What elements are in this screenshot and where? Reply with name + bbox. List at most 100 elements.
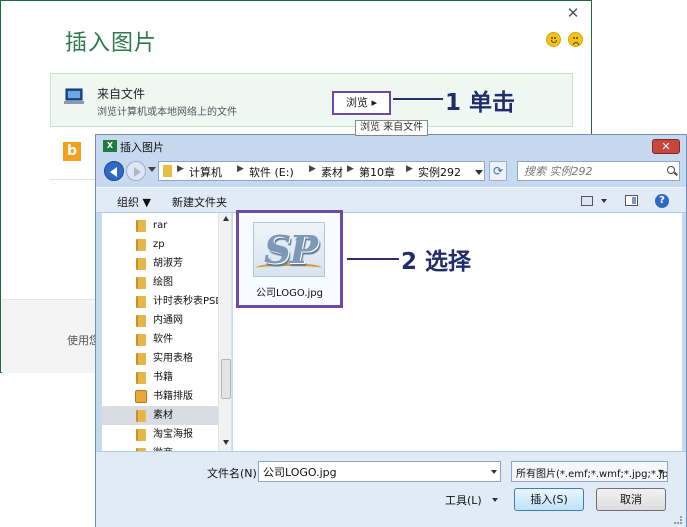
file-thumbnail: SP [253,222,325,277]
nav-item-label: 淘宝海报 [153,429,193,440]
excel-icon: X [103,140,117,152]
nav-item-label: 实用表格 [153,353,193,364]
nav-item[interactable]: 微商 [102,444,218,451]
search-input[interactable] [517,161,680,181]
chevron-right-icon[interactable]: ▶ [177,164,184,174]
nav-item[interactable]: 素材 [102,406,218,425]
filename-label: 文件名(N): [207,467,261,480]
cancel-button[interactable]: 取消 [596,488,666,511]
folder-icon [136,372,146,384]
folder-icon [136,429,146,441]
file-open-dialog: X 插入图片 ✕ ▶ 计算机 ▶ 软件 (E:) ▶ 素材 ▶ 第10章 ▶ 实… [95,134,687,527]
nav-item-label: 胡淑芳 [153,258,183,269]
folder-icon [136,334,146,346]
archive-icon [135,390,147,403]
bing-icon[interactable]: b [63,142,81,161]
nav-item-label: 软件 [153,334,173,345]
chevron-right-icon[interactable]: ▶ [347,164,354,174]
nav-item-label: 计时表秒表PSD [153,296,224,307]
folder-icon [136,220,146,232]
computer-icon [64,88,84,104]
filetype-dropdown-icon[interactable] [658,470,664,474]
nav-item[interactable]: rar [102,216,218,235]
nav-item-label: rar [153,220,168,231]
breadcrumb-item[interactable]: 实例292 [418,164,461,180]
nav-item[interactable]: 胡淑芳 [102,254,218,273]
breadcrumb-item[interactable]: 素材 [321,164,343,180]
nav-item[interactable]: 绘图 [102,273,218,292]
folder-icon [136,258,146,270]
nav-item[interactable]: 软件 [102,330,218,349]
nav-item[interactable]: 书籍 [102,368,218,387]
path-dropdown-icon[interactable] [475,170,483,175]
dialog-bottom-bar: 文件名(N): 所有图片(*.emf;*.wmf;*.jpg;*.jp 工具(L… [96,451,686,527]
scroll-thumb[interactable] [221,359,231,399]
logo-image: SP [264,227,318,272]
new-folder-button[interactable]: 新建文件夹 [172,194,227,210]
help-icon[interactable]: ? [655,194,669,208]
refresh-button[interactable]: ⟳ [489,161,507,181]
nav-item-label: 书籍 [153,372,173,383]
breadcrumb-item[interactable]: 第10章 [359,164,395,180]
history-dropdown-icon[interactable] [148,167,156,172]
nav-item-label: 素材 [153,410,173,421]
step1-connector [393,98,443,100]
nav-item[interactable]: 计时表秒表PSD [102,292,223,311]
organize-menu[interactable]: 组织 ▼ [117,194,151,210]
close-button[interactable]: ✕ [652,139,680,154]
nav-item[interactable]: 书籍排版 [102,387,218,406]
filetype-select[interactable]: 所有图片(*.emf;*.wmf;*.jpg;*.jp [511,461,668,482]
file-name: 公司LOGO.jpg [256,288,323,299]
file-list: SP 公司LOGO.jpg 2 选择 [233,210,682,451]
frown-icon[interactable] [568,32,583,47]
chevron-right-icon[interactable]: ▶ [406,164,413,174]
breadcrumb[interactable]: ▶ 计算机 ▶ 软件 (E:) ▶ 素材 ▶ 第10章 ▶ 实例292 [158,161,485,181]
nav-item-label: zp [153,239,165,250]
browse-tooltip: 浏览 来自文件 [355,120,429,136]
breadcrumb-item[interactable]: 计算机 [189,164,222,180]
folder-icon [163,165,172,177]
insert-button[interactable]: 插入(S) [514,488,584,511]
nav-item[interactable]: 淘宝海报 [102,425,218,444]
smile-icon[interactable] [546,32,561,47]
navigation-pane: rar zp 胡淑芳绘图计时表秒表PSD 内通网软件实用表格书籍书籍排版素材淘宝海报微… [102,213,232,451]
folder-icon [136,239,146,251]
nav-item[interactable]: 内通网 [102,311,218,330]
pane-title: 插入图片 [65,31,158,56]
forward-button[interactable] [126,161,146,181]
browse-button[interactable]: 浏览 ▸ [332,91,391,115]
nav-item-label: 书籍排版 [153,391,193,402]
nav-item[interactable]: 实用表格 [102,349,218,368]
step2-annotation: 2 选择 [401,249,472,275]
breadcrumb-item[interactable]: 软件 (E:) [249,164,294,180]
search-icon[interactable] [667,166,675,174]
views-icon[interactable] [581,196,593,206]
preview-pane-icon[interactable] [625,195,638,206]
scroll-up-icon[interactable] [223,216,229,221]
folder-icon [136,296,146,308]
dialog-toolbar: 组织 ▼ 新建文件夹 ? [96,187,686,213]
resize-grip-icon[interactable] [674,516,682,524]
dialog-titlebar[interactable]: X 插入图片 ✕ [96,135,686,157]
views-dropdown-icon[interactable] [601,199,607,203]
chevron-right-icon[interactable]: ▶ [309,164,316,174]
chevron-right-icon[interactable]: ▶ [237,164,244,174]
nav-item[interactable]: zp [102,235,218,254]
tools-menu[interactable]: 工具(L) [445,492,482,508]
filename-dropdown-icon[interactable] [491,470,497,474]
folder-icon [136,277,146,289]
tools-dropdown-icon[interactable] [492,498,498,502]
folder-icon [136,315,146,327]
filename-field[interactable] [258,461,501,482]
pane-close-icon[interactable]: ✕ [566,6,580,21]
nav-item-label: 内通网 [153,315,183,326]
folder-icon [136,353,146,365]
nav-scrollbar[interactable] [218,213,231,451]
nav-item-label: 绘图 [153,277,173,288]
scroll-down-icon[interactable] [223,440,229,445]
step1-annotation: 1 单击 [445,90,516,116]
from-file-title: 来自文件 [97,87,146,101]
back-button[interactable] [104,161,124,181]
file-item[interactable]: SP 公司LOGO.jpg [236,210,343,308]
from-file-description: 浏览计算机或本地网络上的文件 [97,107,237,118]
